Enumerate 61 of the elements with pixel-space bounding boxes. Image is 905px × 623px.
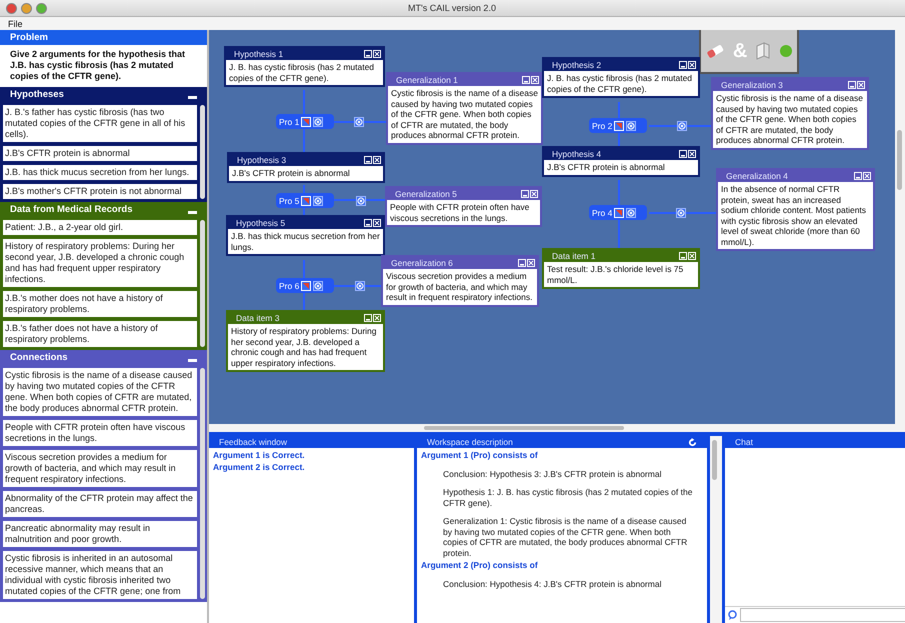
description-text: Generalization 1: Cystic fibrosis is the name of a disease caused by having two mutated copies of the CFTR gene. When both copies of CFTR are mutated, the body produces abnormal CFTR protein. — [442, 515, 688, 558]
card-text: History of respiratory problems: During her second year, J.B. developed a chronic cough and has had frequent upper respiratory infections. — [230, 325, 378, 370]
argument-heading: Argument 1 (Pro) consists of — [421, 450, 539, 460]
window-title: MT's CAIL version 2.0 — [407, 3, 497, 13]
list-item[interactable]: Viscous secretion provides a medium for growth of bacteria, and which may result in frequent respiratory infections. — [3, 450, 197, 487]
card-text: J.B's CFTR protein is abnormal — [231, 167, 351, 180]
argument-badge[interactable]: Pro 2 — [589, 118, 647, 133]
card-text: Test result: J.B.'s chloride level is 75 mmol/L. — [546, 263, 684, 286]
section-title: Problem — [10, 32, 48, 43]
description-text: Conclusion: Hypothesis 3: J.B's CFTR protein is abnormal — [442, 468, 662, 479]
card-text: J.B. has thick mucus secretion from her lungs. — [230, 230, 381, 254]
card-title: Hypothesis 3 — [237, 155, 286, 165]
card-title: Hypothesis 2 — [552, 60, 602, 70]
card-title: Data item 3 — [236, 313, 280, 323]
problem-text: Give 2 arguments for the hypothesis that J.B. has cystic fibrosis (has 2 mutated copies of the CFTR gene). — [9, 48, 186, 83]
argument-badge[interactable]: Pro 1 — [276, 114, 334, 129]
card-text: In the absence of normal CFTR protein, sweat has an increased sodium chloride content. Most patients with cystic fibrosis show an elevated level of sweat chloride (more than 60 mmol/L). — [720, 183, 868, 249]
list-item[interactable]: Pancreatic abnormality may result in malnutrition and poor growth. — [3, 521, 197, 547]
panel-title: Chat — [735, 437, 753, 447]
list-item[interactable]: Cystic fibrosis is the name of a disease caused by having two mutated copies of the CFTR gene. When both copies of CFTR are mutated, the body produces abnormal CFTR protein. — [3, 368, 197, 416]
list-item[interactable]: J.B. has thick mucus secretion from her lungs. — [3, 165, 197, 180]
list-item[interactable]: J.B's mother's CFTR protein is not abnormal — [3, 184, 197, 199]
card-text: People with CFTR protein often have viscous secretions in the lungs. — [389, 201, 530, 225]
description-text: Hypothesis 1: J. B. has cystic fibrosis (has 2 mutated copies of the CFTR gene). — [442, 486, 694, 508]
card-title: Generalization 1 — [396, 75, 458, 85]
argument-heading: Argument 2 (Pro) consists of — [421, 560, 539, 570]
menu-item[interactable]: File — [8, 18, 23, 28]
card-text: Cystic fibrosis is the name of a disease caused by having two mutated copies of the CFTR gene. When both copies of CFTR are mutated, the body produces abnormal CFTR protein. — [715, 92, 864, 147]
card-title: Generalization 3 — [721, 80, 783, 90]
list-item[interactable]: Patient: J.B., a 2-year old girl. — [3, 220, 197, 235]
list-item[interactable]: Cystic fibrosis is inherited in an autosomal recessive manner, which means that an individual with cystic fibrosis inherited two mutated copies of the CFTR gene; one from — [3, 551, 197, 599]
card-text: Viscous secretion provides a medium for growth of bacteria, and which may result in frequent respiratory infections. — [385, 270, 534, 304]
card-text: Cystic fibrosis is the name of a disease caused by having two mutated copies of the CFTR gene. When both copies of CFTR are mutated, the body produces abnormal CFTR protein. — [390, 87, 539, 142]
card-title: Hypothesis 4 — [552, 149, 602, 159]
section-title: Data from Medical Records — [10, 204, 132, 215]
list-item[interactable]: Abnormality of the CFTR protein may affect the pancreas. — [3, 491, 197, 517]
card-title: Generalization 6 — [391, 258, 453, 268]
panel-title: Workspace description — [427, 437, 513, 447]
card-title: Hypothesis 5 — [236, 218, 286, 228]
list-item[interactable]: History of respiratory problems: During her second year, J.B. developed a chronic cough and has had frequent upper respiratory infections. — [3, 239, 197, 287]
card-title: Data item 1 — [552, 251, 596, 261]
list-item[interactable]: J.B.'s father does not have a history of respiratory problems. — [3, 321, 197, 347]
card-title: Generalization 4 — [726, 171, 788, 181]
description-text: Conclusion: Hypothesis 4: J.B's CFTR protein is abnormal — [442, 578, 662, 589]
card-title: Hypothesis 1 — [234, 49, 284, 59]
feedback-text: Argument 1 is Correct. — [213, 450, 306, 460]
argument-badge[interactable]: Pro 6 — [276, 278, 334, 293]
list-item[interactable]: J.B.'s mother does not have a history of respiratory problems. — [3, 291, 197, 317]
section-title: Hypotheses — [10, 89, 64, 100]
feedback-text: Argument 2 is Correct. — [213, 462, 306, 472]
argument-badge[interactable]: Pro 5 — [276, 193, 334, 208]
card-title: Generalization 5 — [395, 189, 457, 199]
list-item[interactable]: J.B's CFTR protein is abnormal — [3, 146, 197, 161]
list-item[interactable]: J. B.'s father has cystic fibrosis (has two mutated copies of the CFTR gene in all of his cells). — [3, 105, 197, 142]
section-title: Connections — [10, 352, 68, 363]
card-text: J. B. has cystic fibrosis (has 2 mutated copies of the CFTR gene). — [546, 72, 694, 96]
argument-badge[interactable]: Pro 4 — [589, 205, 647, 220]
list-item[interactable]: People with CFTR protein often have viscous secretions in the lungs. — [3, 420, 197, 446]
panel-title: Feedback window — [219, 437, 288, 447]
card-text: J. B. has cystic fibrosis (has 2 mutated copies of the CFTR gene). — [228, 61, 376, 85]
card-text: J.B's CFTR protein is abnormal — [546, 161, 666, 174]
